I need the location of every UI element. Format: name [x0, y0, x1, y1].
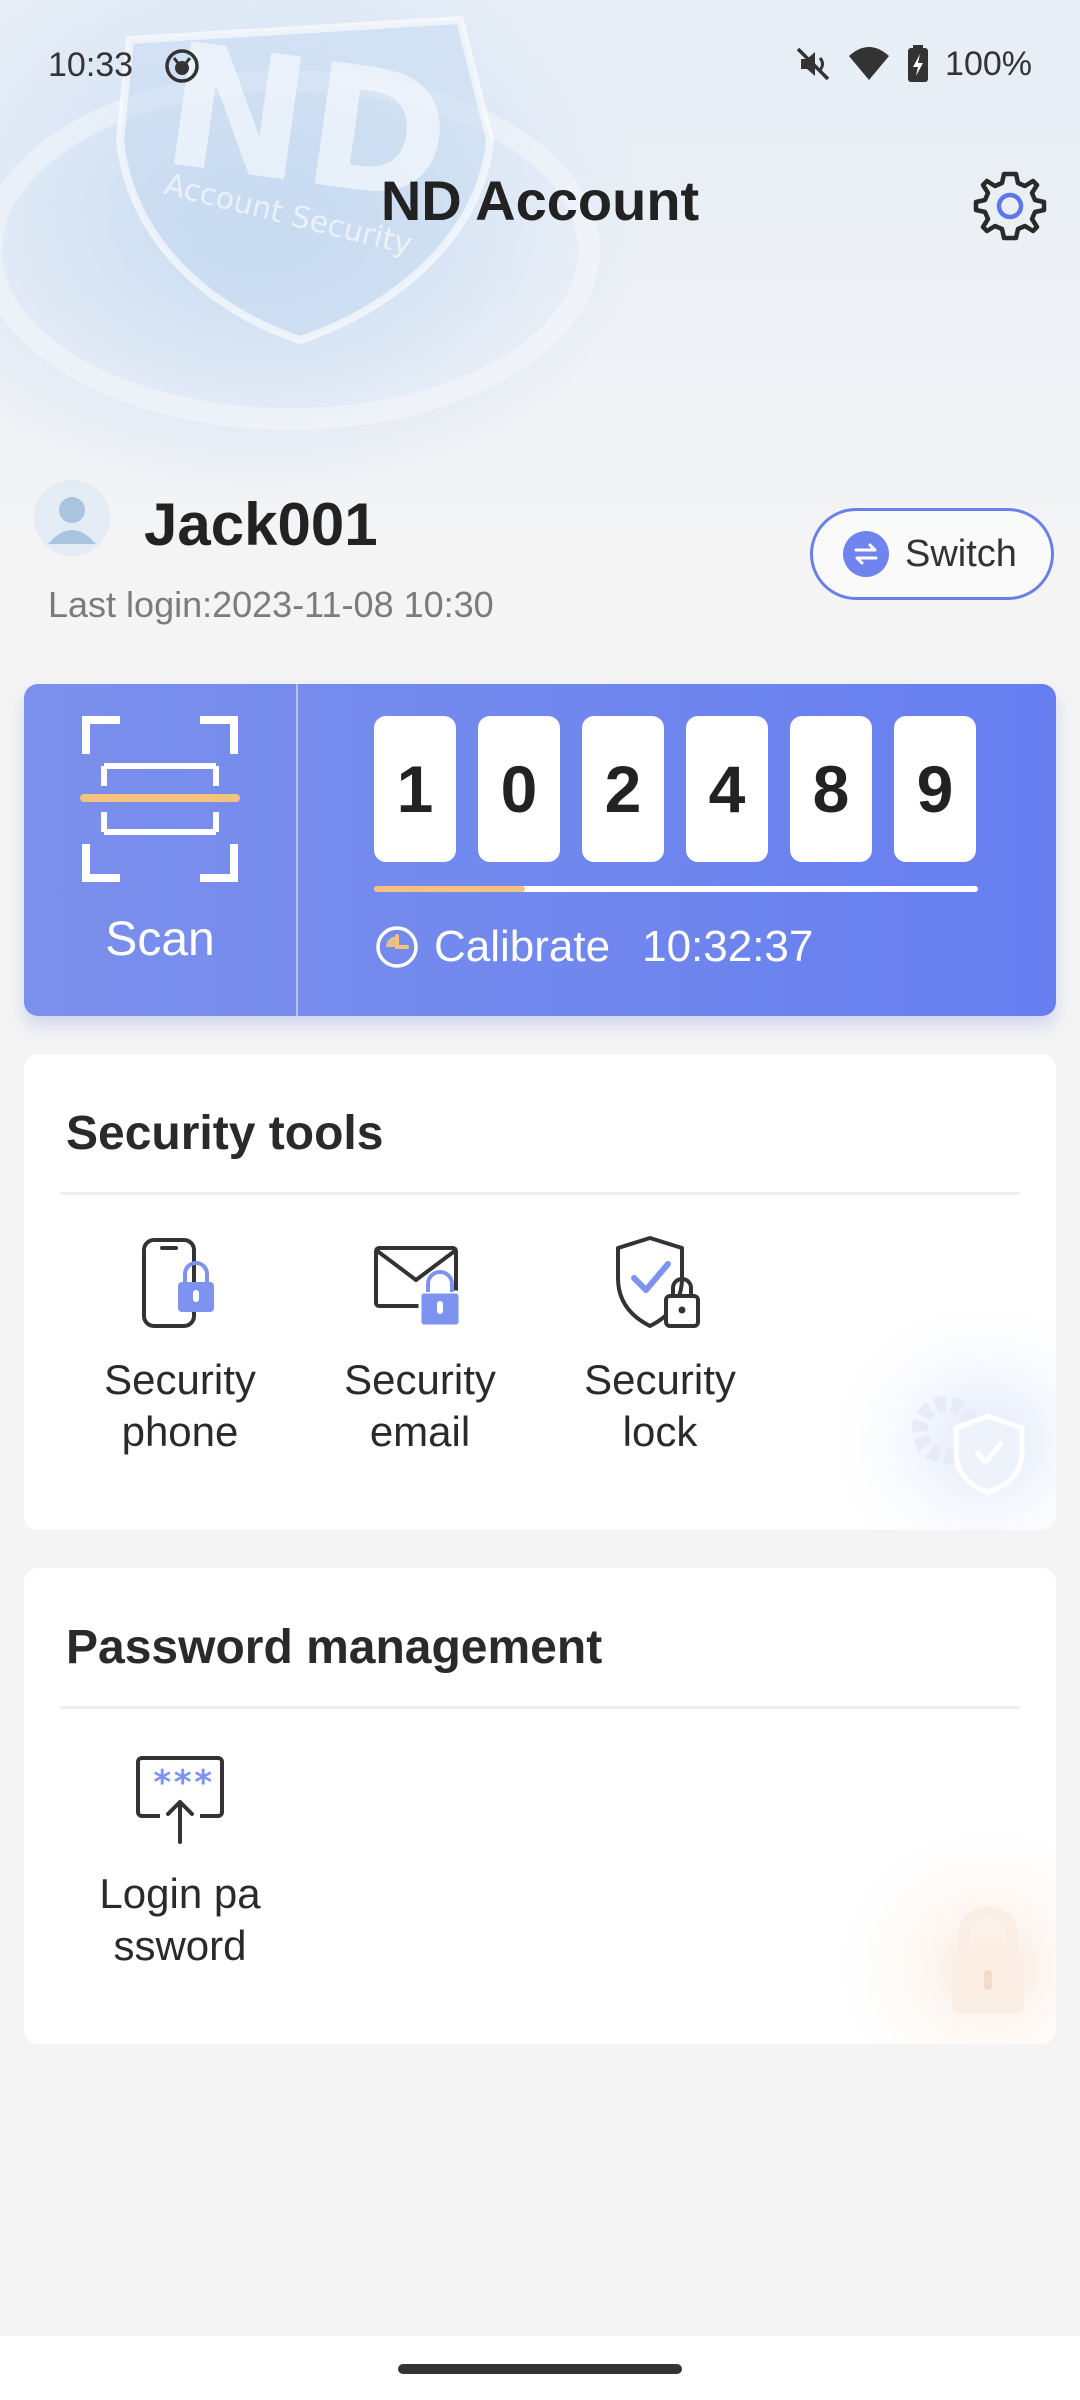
- last-login-text: Last login:2023-11-08 10:30: [48, 584, 494, 625]
- password-management-card: Password management *** Login pa ssword: [24, 1568, 1056, 2044]
- wifi-icon: [849, 47, 890, 80]
- status-icons: 100%: [793, 44, 1032, 84]
- mute-icon: [796, 47, 830, 81]
- scan-label: Scan: [105, 913, 215, 966]
- token-digit: 4: [686, 716, 768, 862]
- security-email-item[interactable]: Security email: [320, 1234, 520, 1458]
- token-digit: 0: [478, 716, 560, 862]
- status-time: 10:33: [48, 46, 134, 84]
- page-title: ND Account: [380, 169, 700, 232]
- avatar[interactable]: [34, 480, 110, 556]
- divider: [60, 1192, 1020, 1195]
- calibrate-label: Calibrate: [434, 922, 611, 971]
- swap-icon: [843, 531, 889, 577]
- token-progress-fill: [374, 886, 525, 892]
- token-digit: 9: [894, 716, 976, 862]
- section-title: Password management: [66, 1621, 603, 1674]
- tool-label: Security lock: [584, 1356, 736, 1455]
- tool-label: Login pa ssword: [99, 1870, 261, 1969]
- token-progress-bar: [374, 886, 978, 892]
- clock-icon: [376, 926, 418, 968]
- app-notification-icon: [165, 49, 199, 83]
- battery-percentage: 100%: [945, 44, 1032, 83]
- scan-icon: [80, 716, 240, 882]
- security-tools-card: Security tools Security phone Security e…: [24, 1054, 1056, 1530]
- svg-text:***: ***: [152, 1763, 213, 1803]
- security-phone-item[interactable]: Security phone: [80, 1234, 280, 1458]
- username: Jack001: [144, 491, 378, 558]
- token-code: 1 0 2 4 8 9: [374, 716, 976, 862]
- security-lock-item[interactable]: Security lock: [560, 1234, 760, 1458]
- gear-icon[interactable]: [970, 166, 1050, 246]
- login-password-item[interactable]: *** Login pa ssword: [80, 1748, 280, 1972]
- home-indicator[interactable]: [398, 2364, 682, 2374]
- switch-account-button[interactable]: Switch: [810, 508, 1054, 600]
- password-upload-icon: ***: [136, 1756, 224, 1844]
- tool-label: Security phone: [104, 1356, 256, 1455]
- gear-shield-decoration-icon: [816, 1310, 1056, 1530]
- token-digit: 2: [582, 716, 664, 862]
- switch-label: Switch: [905, 532, 1017, 575]
- shield-lock-icon: [616, 1236, 700, 1328]
- scan-button[interactable]: Scan: [24, 684, 296, 1016]
- screen: ND Account Security 10:33 100% ND Accoun…: [0, 0, 1080, 2400]
- phone-lock-icon: [142, 1238, 214, 1328]
- divider: [296, 684, 298, 1016]
- token-digit: 1: [374, 716, 456, 862]
- calibrate-button[interactable]: Calibrate 10:32:37: [374, 922, 813, 972]
- token-card: Scan 1 0 2 4 8 9 Calibrate 10:32:37: [24, 684, 1056, 1016]
- calibrate-time: 10:32:37: [642, 922, 814, 971]
- lock-decoration-icon: [816, 1824, 1056, 2044]
- status-bar: 10:33 100%: [0, 0, 1080, 130]
- divider: [60, 1706, 1020, 1709]
- section-title: Security tools: [66, 1107, 384, 1160]
- email-lock-icon: [374, 1246, 462, 1328]
- battery-charging-icon: [908, 45, 929, 82]
- tool-label: Security email: [344, 1356, 496, 1455]
- token-digit: 8: [790, 716, 872, 862]
- user-avatar-icon: [34, 480, 110, 556]
